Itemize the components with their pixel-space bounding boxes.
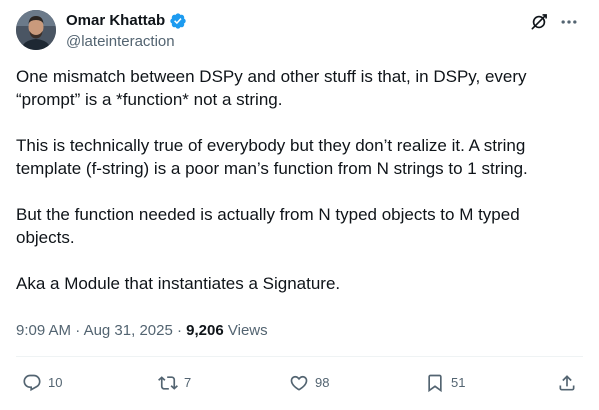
grok-icon[interactable] <box>529 12 549 32</box>
repost-icon <box>158 376 178 390</box>
like-button[interactable]: 98 <box>289 373 329 393</box>
tweet-action-bar: 10 7 98 51 <box>22 373 579 397</box>
tweet-date[interactable]: Aug 31, 2025 <box>84 322 173 339</box>
user-avatar-icon <box>16 10 56 50</box>
author-handle[interactable]: @lateinteraction <box>66 33 175 51</box>
more-options-icon[interactable] <box>559 12 579 32</box>
reply-button[interactable]: 10 <box>22 373 62 393</box>
author-display-name[interactable]: Omar Khattab <box>66 12 165 30</box>
avatar[interactable] <box>16 10 56 50</box>
meta-separator: · <box>176 322 182 339</box>
tweet-metadata: 9:09 AM · Aug 31, 2025 · 9,206 Views <box>16 322 268 340</box>
tweet-time[interactable]: 9:09 AM <box>16 322 71 339</box>
tweet-card: Omar Khattab @lateinteraction One mismat… <box>0 0 599 410</box>
bookmark-count: 51 <box>451 375 466 390</box>
verified-badge-icon[interactable] <box>169 12 187 30</box>
author-name-row: Omar Khattab <box>66 12 187 30</box>
divider <box>16 356 583 357</box>
share-button[interactable] <box>557 373 577 393</box>
tweet-paragraph: Aka a Module that instantiates a Signatu… <box>16 274 341 293</box>
bookmark-button[interactable]: 51 <box>425 373 465 393</box>
tweet-paragraph: One mismatch between DSPy and other stuf… <box>16 67 527 109</box>
tweet-paragraph: This is technically true of everybody bu… <box>16 136 528 178</box>
share-icon <box>559 375 575 391</box>
tweet-top-actions <box>529 12 579 32</box>
tweet-paragraph: But the function needed is actually from… <box>16 205 520 247</box>
heart-icon <box>290 375 308 391</box>
tweet-text: One mismatch between DSPy and other stuf… <box>16 65 582 318</box>
bookmark-icon <box>428 374 442 393</box>
reply-count: 10 <box>48 375 63 390</box>
repost-button[interactable]: 7 <box>158 373 191 393</box>
repost-count: 7 <box>184 375 192 390</box>
meta-separator: · <box>75 322 81 339</box>
like-count: 98 <box>315 375 330 390</box>
views-label: Views <box>227 322 268 339</box>
views-count[interactable]: 9,206 <box>186 322 224 339</box>
reply-icon <box>23 374 41 392</box>
